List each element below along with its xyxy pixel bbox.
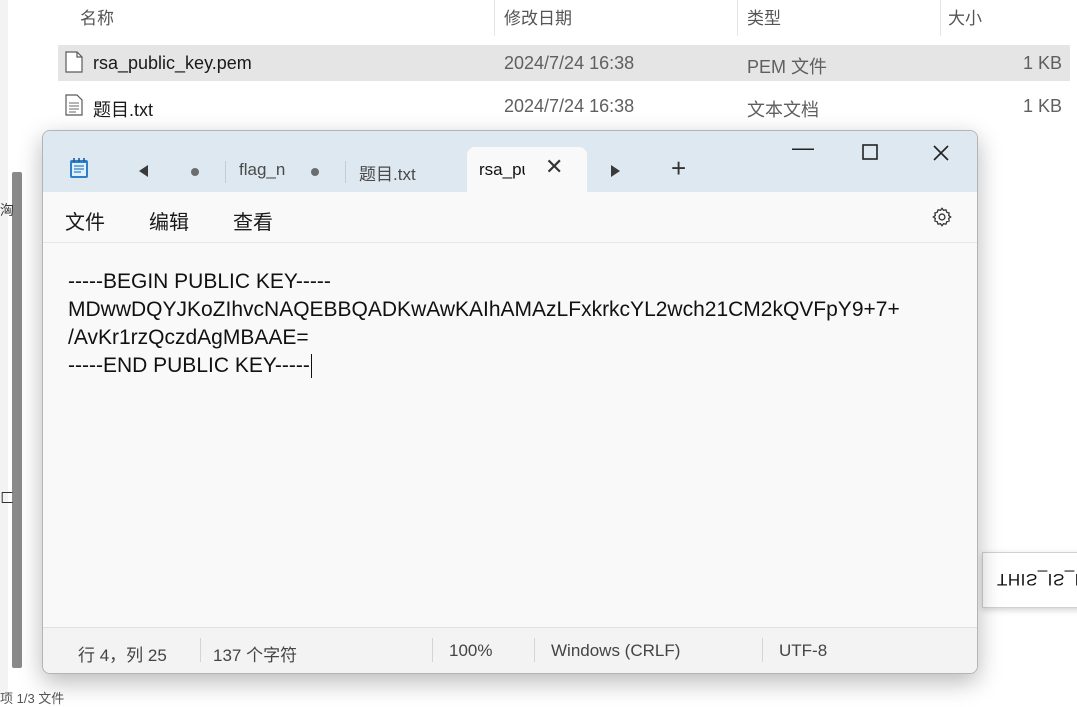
notepad-titlebar[interactable]: flag_n 题目.txt rsa_pu ✕ + — bbox=[43, 131, 977, 192]
nav-pane-fragment: 匚 bbox=[0, 490, 14, 506]
file-name: 题目.txt bbox=[93, 100, 154, 120]
status-zoom[interactable]: 100% bbox=[449, 641, 492, 661]
file-row[interactable]: rsa_public_key.pem 2024/7/24 16:38 PEM 文… bbox=[58, 45, 1070, 81]
file-size: 1 KB bbox=[1022, 96, 1062, 116]
explorer-nav-pane bbox=[0, 0, 8, 698]
file-type: 文本文档 bbox=[747, 100, 819, 120]
maximize-button[interactable] bbox=[862, 144, 878, 160]
file-type: PEM 文件 bbox=[747, 57, 828, 77]
minimize-button[interactable]: — bbox=[792, 135, 814, 161]
tab-flag[interactable]: flag_n bbox=[239, 160, 291, 180]
tab-modified-dot bbox=[191, 168, 199, 176]
status-char-count: 137 个字符 bbox=[213, 646, 298, 665]
tooltip-text: THIS_IS_N bbox=[997, 570, 1077, 589]
file-icon bbox=[65, 51, 83, 73]
editor-line-text: -----END PUBLIC KEY----- bbox=[68, 354, 310, 377]
file-modified: 2024/7/24 16:38 bbox=[504, 53, 635, 73]
file-modified: 2024/7/24 16:38 bbox=[504, 96, 635, 116]
triangle-left-icon[interactable] bbox=[137, 164, 149, 178]
column-divider[interactable] bbox=[737, 0, 738, 36]
editor-line: /AvKr1rzQczdAgMBAAE= bbox=[68, 326, 309, 349]
tab-divider bbox=[345, 161, 346, 183]
close-window-button[interactable] bbox=[932, 144, 950, 162]
plus-icon[interactable]: + bbox=[671, 153, 686, 184]
status-divider bbox=[432, 638, 433, 662]
editor-line-last: -----END PUBLIC KEY----- bbox=[68, 354, 312, 379]
editor-line: -----BEGIN PUBLIC KEY----- bbox=[68, 270, 331, 293]
tab-label: rsa_pu bbox=[479, 160, 525, 179]
text-editor[interactable]: -----BEGIN PUBLIC KEY----- MDwwDQYJKoZIh… bbox=[43, 243, 977, 627]
file-list-header: 名称 修改日期 类型 大小 bbox=[60, 0, 1077, 36]
column-header-name[interactable]: 名称 bbox=[80, 4, 114, 29]
menu-file[interactable]: 文件 bbox=[65, 206, 105, 235]
status-line-ending[interactable]: Windows (CRLF) bbox=[551, 641, 680, 661]
notepad-window: flag_n 题目.txt rsa_pu ✕ + — 文件 编辑 查看 ----… bbox=[42, 130, 978, 674]
file-name: rsa_public_key.pem bbox=[93, 53, 252, 73]
menu-bar: 文件 编辑 查看 bbox=[43, 192, 977, 243]
tab-timu[interactable]: 题目.txt bbox=[359, 160, 449, 185]
nav-pane-scrollbar[interactable] bbox=[12, 172, 22, 668]
nav-pane-fragment: 洶 bbox=[0, 202, 14, 218]
column-divider[interactable] bbox=[494, 0, 495, 36]
notepad-icon bbox=[70, 158, 88, 178]
close-icon[interactable]: ✕ bbox=[545, 154, 563, 180]
column-header-type[interactable]: 类型 bbox=[747, 4, 781, 29]
editor-line: MDwwDQYJKoZIhvcNAQEBBQADKwAwKAIhAMAzLFxk… bbox=[68, 298, 900, 321]
text-file-icon bbox=[65, 94, 83, 116]
triangle-right-icon[interactable] bbox=[610, 164, 622, 178]
menu-edit[interactable]: 编辑 bbox=[149, 206, 189, 235]
column-header-modified[interactable]: 修改日期 bbox=[504, 4, 572, 29]
status-position: 行 4，列 25 bbox=[78, 646, 167, 665]
tab-rsa-active[interactable]: rsa_pu ✕ bbox=[467, 147, 587, 192]
gear-icon[interactable] bbox=[931, 206, 953, 228]
text-caret bbox=[310, 354, 312, 379]
file-row[interactable]: 题目.txt 2024/7/24 16:38 文本文档 1 KB bbox=[58, 88, 1070, 124]
tab-modified-dot bbox=[311, 168, 319, 176]
menu-view[interactable]: 查看 bbox=[233, 206, 273, 235]
status-divider bbox=[200, 638, 201, 662]
column-divider[interactable] bbox=[940, 0, 941, 36]
status-divider bbox=[762, 638, 763, 662]
floating-tooltip: THIS_IS_N bbox=[982, 552, 1077, 608]
status-bar: 行 4，列 25 137 个字符 100% Windows (CRLF) UTF… bbox=[43, 627, 977, 673]
tab-divider bbox=[225, 161, 226, 183]
column-header-size[interactable]: 大小 bbox=[948, 4, 982, 29]
file-size: 1 KB bbox=[1022, 53, 1062, 73]
status-divider bbox=[534, 638, 535, 662]
status-encoding[interactable]: UTF-8 bbox=[779, 641, 827, 661]
